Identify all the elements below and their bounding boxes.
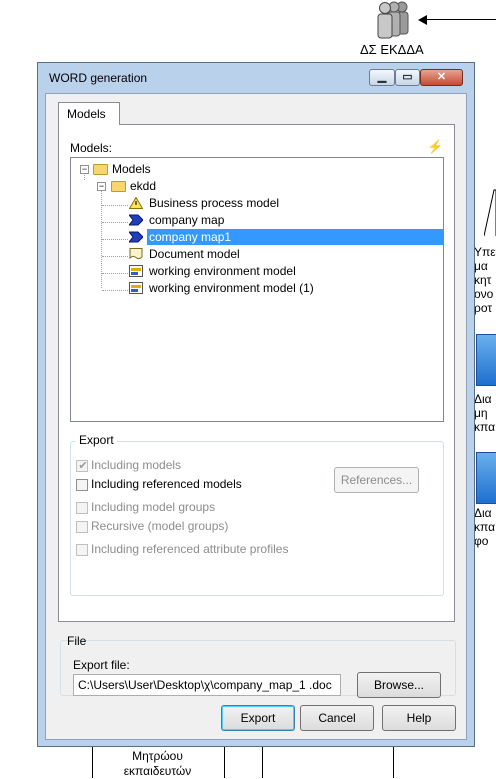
connector-line (426, 19, 496, 20)
including-referenced-models-label: Including referenced models (91, 477, 242, 491)
diagram-label-dsekdda: ΔΣ ΕΚΔΔΑ (360, 42, 424, 57)
models-label-text: Models: (70, 141, 113, 155)
diagram-shape-outline (484, 189, 496, 237)
tree-node-ekdd[interactable]: − ekdd (71, 178, 443, 194)
process-shape-icon (476, 334, 496, 386)
export-file-label: Export file: (73, 658, 130, 672)
including-model-groups-label: Including model groups (91, 500, 216, 514)
tree-item-label: working environment model (149, 264, 296, 278)
tree-item-company-map[interactable]: company map (128, 212, 443, 228)
tree-node-label: Models (112, 162, 151, 176)
tree-guide-line (102, 256, 128, 257)
models-tree[interactable]: − Models − ekdd Business process model c… (70, 157, 444, 422)
file-group-title: File (67, 634, 87, 648)
tab-models[interactable]: Models (58, 102, 120, 125)
diagram-text-2: Δια μη κπα (474, 392, 496, 434)
tree-node-models[interactable]: − Models (71, 161, 443, 177)
including-model-groups-checkbox[interactable] (76, 502, 88, 514)
tree-guide-line (102, 222, 128, 223)
tree-guide-line (102, 273, 128, 274)
including-referenced-attribute-profiles-label: Including referenced attribute profiles (91, 542, 289, 556)
tree-item-label: company map (149, 213, 225, 227)
export-button-label: Export (240, 711, 276, 725)
browse-button-label: Browse... (373, 678, 424, 692)
recursive-checkbox[interactable] (76, 521, 88, 533)
cancel-button[interactable]: Cancel (300, 705, 374, 731)
document-model-icon (129, 248, 143, 260)
word-generation-dialog: WORD generation ▁ ▭ ✕ Models Models: ⚡ −… (37, 62, 475, 747)
export-group-title: Export (76, 433, 117, 447)
tree-item-working-environment-model-1[interactable]: working environment model (1) (128, 280, 443, 296)
including-referenced-models-checkbox[interactable] (76, 479, 88, 491)
tree-item-label: Document model (149, 247, 240, 261)
models-tab-panel: Models: ⚡ − Models − ekdd Business proce… (58, 124, 455, 622)
export-button[interactable]: Export (221, 705, 295, 731)
process-shape-icon (476, 452, 496, 504)
help-button-label: Help (406, 711, 432, 725)
maximize-button[interactable]: ▭ (395, 69, 420, 86)
including-models-checkbox[interactable]: ✔ (76, 460, 88, 472)
blue-arrow-model-icon (129, 214, 143, 226)
minimize-button[interactable]: ▁ (369, 69, 395, 86)
tree-item-label: working environment model (1) (149, 281, 314, 295)
dialog-title: WORD generation (49, 71, 148, 85)
references-button-label: References... (340, 473, 413, 487)
folder-open-icon (111, 181, 126, 192)
tree-item-company-map1[interactable]: company map1 (128, 229, 443, 245)
tree-node-label: ekdd (130, 179, 157, 193)
dialog-client-area: Models Models: ⚡ − Models − ekdd Busines… (45, 93, 467, 740)
checkmark-icon: ✔ (78, 460, 88, 472)
person-group-icon (377, 1, 409, 39)
arrow-head-icon (418, 15, 427, 25)
cancel-button-label: Cancel (318, 711, 356, 725)
tree-guide-line (102, 290, 128, 291)
lightning-icon[interactable]: ⚡ (427, 139, 443, 155)
maximize-icon: ▭ (402, 71, 413, 83)
diagram-box (262, 742, 394, 778)
help-button[interactable]: Help (382, 705, 456, 731)
diagram-text-3: Δια κπα φο (474, 506, 496, 548)
diagram-box-label: Μητρώου εκπαιδευτών (123, 749, 192, 778)
tree-item-label: Business process model (149, 196, 280, 210)
recursive-label: Recursive (model groups) (91, 519, 229, 533)
export-groupbox: Export ✔ Including models Including refe… (70, 433, 444, 596)
including-referenced-attribute-profiles-checkbox[interactable] (76, 544, 88, 556)
diagram-text-1: Υπε μα κητ ονο ροτ (474, 245, 496, 315)
folder-open-icon (93, 164, 108, 175)
blue-arrow-model-icon (129, 231, 143, 243)
models-label: Models: (70, 141, 112, 155)
close-button[interactable]: ✕ (420, 69, 463, 86)
environment-model-icon (129, 265, 143, 277)
minimize-icon: ▁ (377, 71, 387, 83)
export-file-input[interactable]: C:\Users\User\Desktop\χ\company_map_1 .d… (73, 674, 341, 696)
tree-item-business-process-model[interactable]: Business process model (128, 195, 443, 211)
tree-guide-line (102, 205, 128, 206)
tree-item-document-model[interactable]: Document model (128, 246, 443, 262)
tab-models-label: Models (67, 107, 106, 121)
tree-item-working-environment-model[interactable]: working environment model (128, 263, 443, 279)
including-models-label: Including models (91, 458, 182, 472)
collapse-icon[interactable]: − (80, 165, 89, 174)
warning-model-icon (129, 197, 143, 209)
environment-model-icon (129, 282, 143, 294)
browse-button[interactable]: Browse... (357, 672, 441, 698)
tree-item-label: company map1 (147, 229, 443, 245)
dialog-titlebar[interactable]: WORD generation ▁ ▭ ✕ (38, 63, 474, 93)
tree-guide-line (102, 239, 128, 240)
close-icon: ✕ (436, 71, 447, 83)
references-button[interactable]: References... (334, 467, 419, 493)
collapse-icon[interactable]: − (97, 182, 106, 191)
